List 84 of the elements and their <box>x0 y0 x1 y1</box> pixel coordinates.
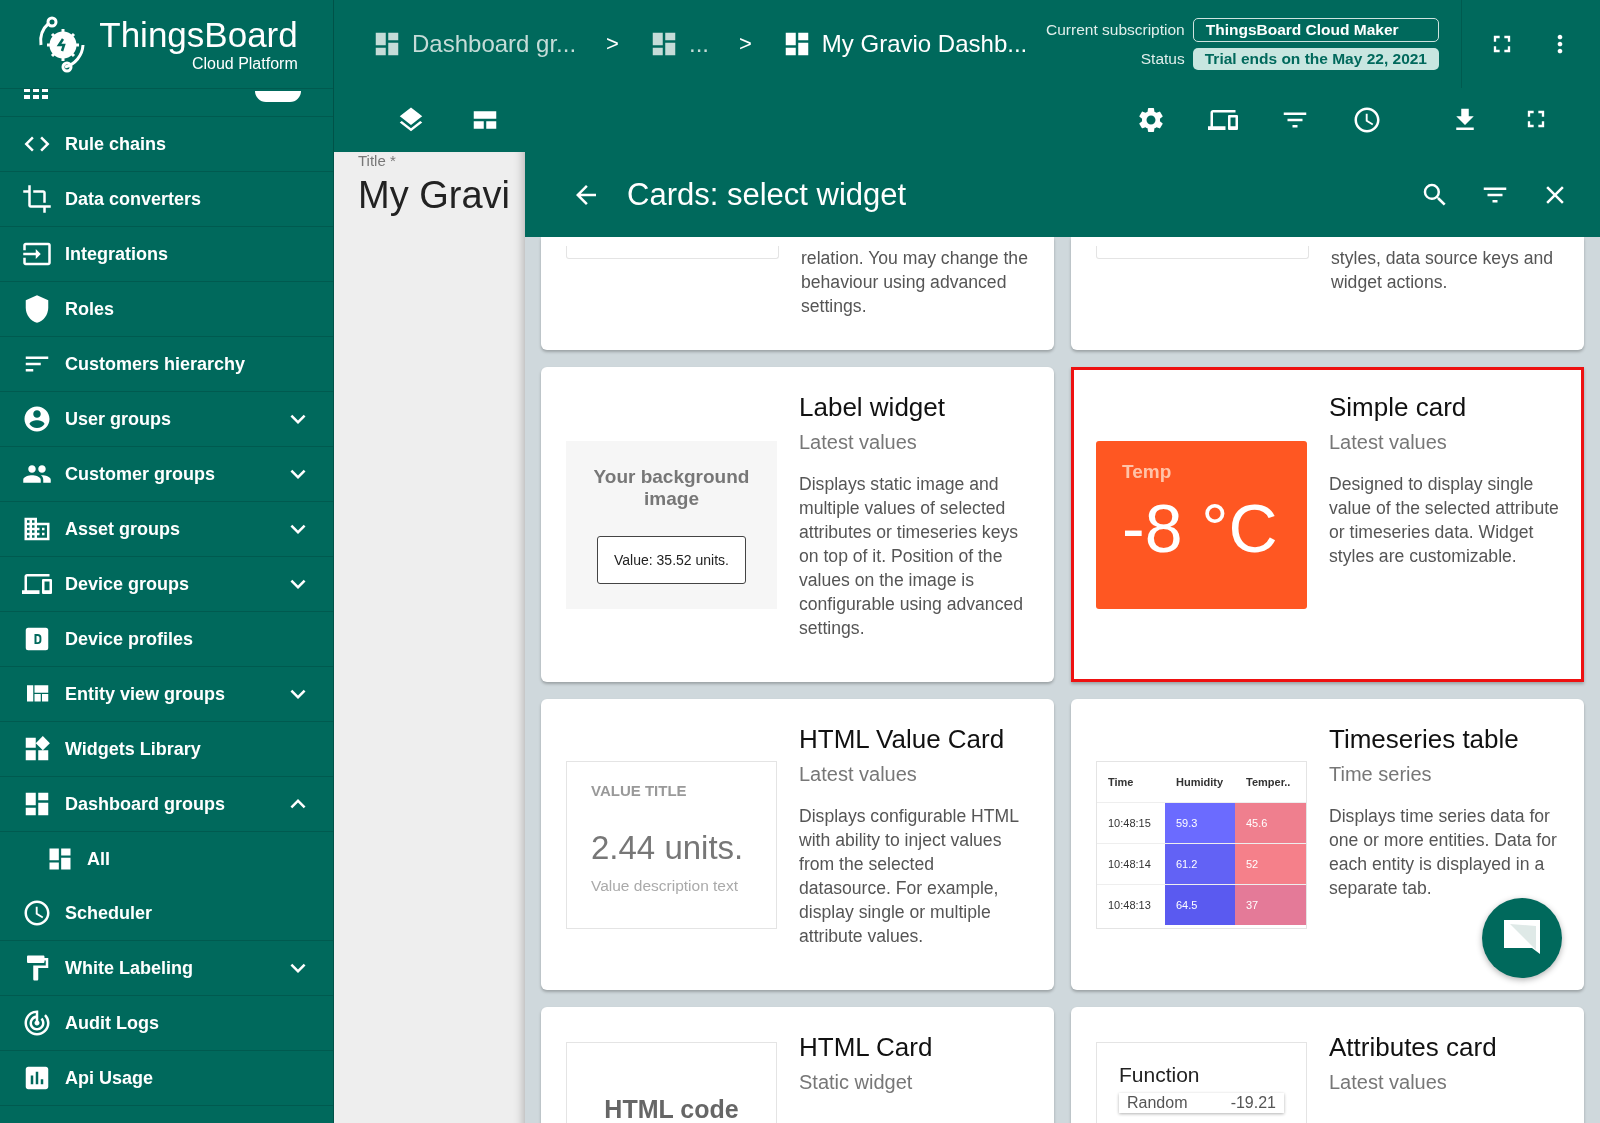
table-cell: 45.6 <box>1235 801 1306 843</box>
sidebar-item[interactable]: Asset groups <box>0 502 333 557</box>
card-description: relation. You may change the behaviour using advanced settings. <box>801 247 1029 318</box>
sidebar-item[interactable]: Audit Logs <box>0 996 333 1051</box>
subscription-chip: Trial ends on the May 22, 2021 <box>1192 48 1439 70</box>
sidebar-item[interactable]: Roles <box>0 282 333 337</box>
sidebar-item[interactable]: User groups <box>0 392 333 447</box>
column-header: Time <box>1107 774 1135 790</box>
user-icon <box>22 404 52 434</box>
widget-card[interactable] <box>541 699 1054 990</box>
card-title: Label widget <box>799 392 946 423</box>
crop-icon <box>22 184 52 214</box>
widget-card[interactable]: Temp -8 °C Simple card Latest values Designed to display single value of the selected attribute or timeseries data. Widget styles are customizable. <box>1071 367 1584 682</box>
card-description: Designed to display single value of the selected attribute or timeseries data. Widget styles are customizable. <box>1329 473 1559 568</box>
widget-card[interactable]: relation. You may change the behaviour using advanced settings. <box>541 237 1054 350</box>
sidebar-item[interactable]: Entity view groups <box>0 667 333 722</box>
card-label: Temp <box>1122 460 1173 483</box>
target-icon <box>22 1008 52 1038</box>
breadcrumb[interactable]: My Gravio Dashb... <box>781 29 1028 59</box>
settings-icon[interactable] <box>1136 105 1166 135</box>
table-cell: 37 <box>1235 883 1306 925</box>
card-title: HTML Card <box>799 1032 934 1063</box>
card-title: HTML Value Card <box>799 724 1006 755</box>
sidebar-item[interactable]: Device groups <box>0 557 333 612</box>
sidebar-item[interactable]: Customers hierarchy <box>0 337 333 392</box>
sidebar-item[interactable]: Api Usage <box>0 1051 333 1106</box>
card-description: Displays configurable HTML with ability to inject values from the selected datasource. For example, display single or multiple attribute values. <box>799 805 1020 948</box>
subscription-chip: ThingsBoard Cloud Maker <box>1192 18 1439 42</box>
widget-card[interactable] <box>1071 699 1584 990</box>
card-type: Latest values <box>1329 431 1448 454</box>
card-description: styles, data source keys and widget actions. <box>1331 247 1554 294</box>
sidebar-item[interactable]: Device profiles <box>0 612 333 667</box>
breadcrumb[interactable]: ... <box>648 29 709 59</box>
value-label: Value: 35.52 units. <box>597 535 746 584</box>
table-cell: 59.3 <box>1165 801 1235 843</box>
table-cell: 64.5 <box>1165 883 1235 925</box>
widget-card[interactable] <box>541 367 1054 682</box>
card-title: Timeseries table <box>1329 724 1520 755</box>
title-field[interactable]: My Gravi <box>358 174 510 217</box>
sidebar-item[interactable]: Widgets Library <box>0 722 333 777</box>
sidebar-item[interactable]: Customer groups <box>0 447 333 502</box>
placeholder-text: Your background image <box>592 465 751 510</box>
temperature-value: -8 °C <box>1122 488 1279 567</box>
card-type: Static widget <box>799 1071 914 1094</box>
card-type: Time series <box>1329 763 1433 786</box>
brand-name: ThingsBoard <box>99 16 298 52</box>
column-header: Humidity <box>1175 774 1225 790</box>
card-type: Latest values <box>799 431 918 454</box>
attribute-row: Random -19.21 <box>1119 1093 1284 1113</box>
sidebar-item[interactable]: White Labeling <box>0 941 333 996</box>
preview-heading: Function <box>1119 1063 1201 1087</box>
brand-subtitle: Cloud Platform <box>191 55 298 72</box>
sidebar-item[interactable]: Rule chains <box>0 117 333 172</box>
column-header: Temper.. <box>1245 774 1292 790</box>
sidebar-item[interactable]: Dashboard groups <box>0 777 333 832</box>
sidebar-item[interactable]: Scheduler <box>0 886 333 941</box>
widget-card[interactable]: Function Random -19.21 Attributes card Latest values <box>1071 1007 1584 1123</box>
clock-icon <box>22 898 52 928</box>
card-type: Latest values <box>799 763 918 786</box>
value-title: VALUE TITLE <box>591 781 688 799</box>
subscription-label: Current subscription <box>1046 21 1185 39</box>
card-title: Simple card <box>1329 392 1468 423</box>
breadcrumb[interactable]: Dashboard gr... <box>372 29 577 59</box>
sidebar-item[interactable]: Data converters <box>0 172 333 227</box>
clock-icon[interactable] <box>1352 105 1382 135</box>
widget-card[interactable]: HTML code HTML Card Static widget <box>541 1007 1054 1123</box>
card-type: Latest values <box>1329 1071 1448 1094</box>
breadcrumb-separator: > <box>739 31 752 57</box>
breadcrumb-separator: > <box>606 31 619 57</box>
value-text: 2.44 units. <box>591 828 745 867</box>
card-description: Displays static image and multiple values of selected attributes or timeseries keys on top of it. Position of the values on the image is configurable using advanced settings. <box>799 473 1024 640</box>
value-description: Value description text <box>591 876 740 895</box>
panel-title: Cards: select widget <box>627 176 908 213</box>
card-title: Attributes card <box>1329 1032 1498 1063</box>
sidebar-item[interactable]: All <box>0 832 333 886</box>
table-cell: 52 <box>1235 842 1306 884</box>
widget-card[interactable]: styles, data source keys and widget actions. <box>1071 237 1584 350</box>
preview-text: HTML code <box>604 1095 739 1123</box>
subscription-label: Status <box>1139 50 1185 68</box>
sidebar-item[interactable]: Integrations <box>0 227 333 282</box>
field-label: Title * <box>358 152 396 169</box>
table-cell: 61.2 <box>1165 842 1235 884</box>
grid-icon <box>24 89 48 99</box>
card-description: Displays time series data for one or more entities. Data for each entity is displayed in a separate tab. <box>1329 805 1558 900</box>
